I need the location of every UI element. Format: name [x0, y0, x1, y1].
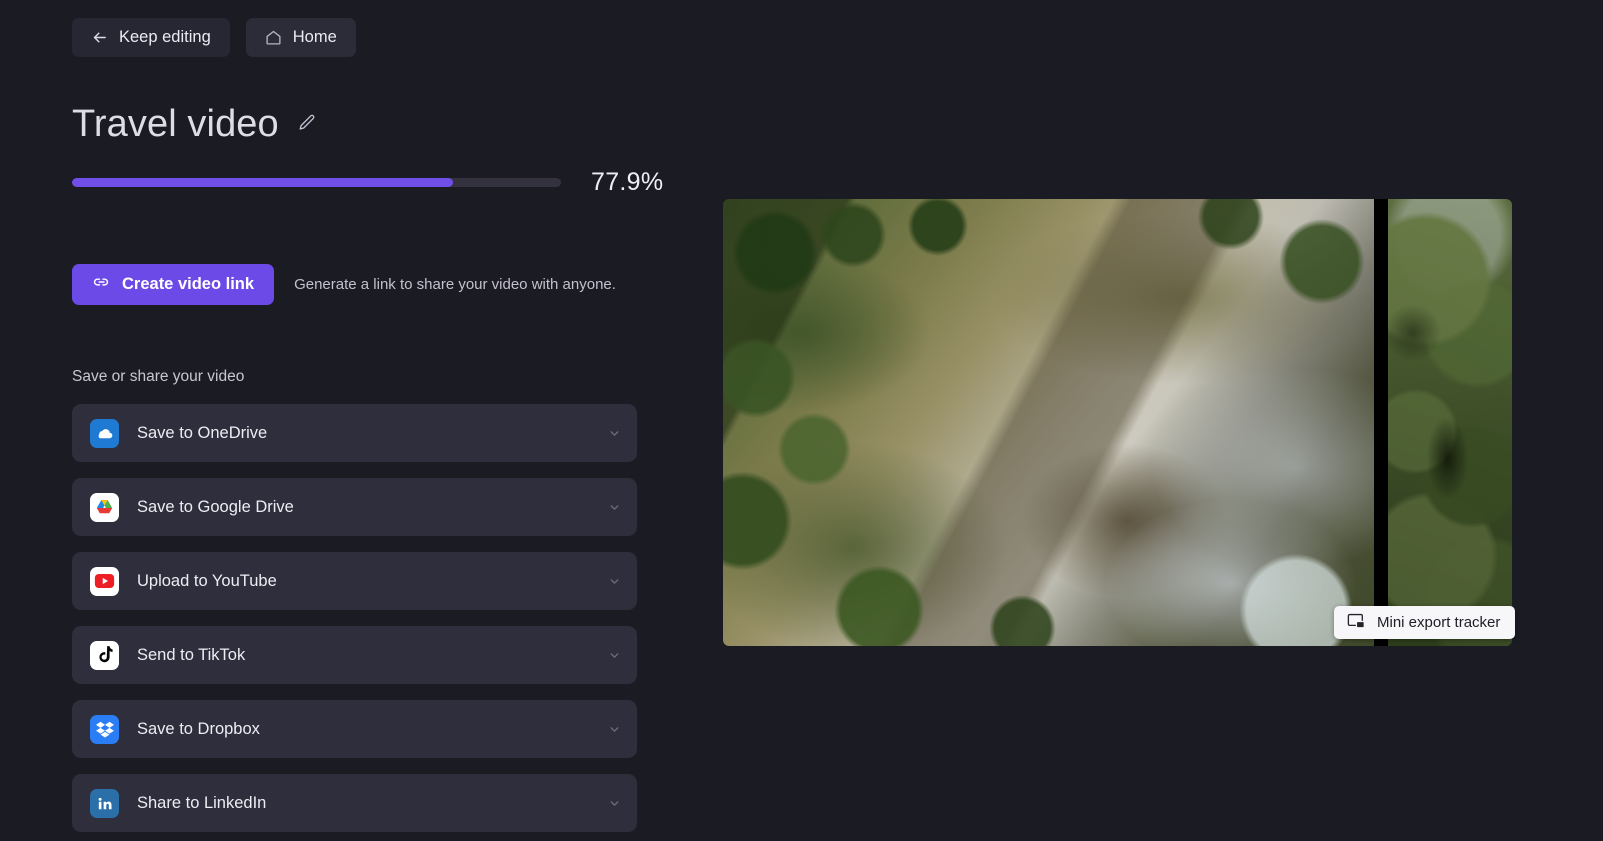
video-clip-secondary [1388, 199, 1512, 646]
video-split-divider [1374, 199, 1388, 646]
share-option-label: Save to Google Drive [137, 497, 294, 516]
share-option-row[interactable]: Save to Google Drive [72, 478, 637, 536]
export-progress-fill [72, 178, 453, 187]
onedrive-icon [90, 418, 119, 448]
youtube-icon [90, 566, 119, 596]
share-option-label: Share to LinkedIn [137, 793, 267, 812]
page-title: Travel video [72, 103, 279, 145]
keep-editing-label: Keep editing [119, 28, 211, 46]
link-icon [92, 273, 110, 296]
share-section-label: Save or share your video [72, 368, 245, 385]
share-option-label: Upload to YouTube [137, 571, 277, 590]
create-video-link-label: Create video link [122, 275, 255, 293]
page-title-row: Travel video [72, 103, 321, 146]
share-option-label: Save to Dropbox [137, 719, 260, 738]
pencil-icon [297, 113, 317, 136]
export-progress-bar [72, 178, 561, 187]
keep-editing-button[interactable]: Keep editing [72, 18, 230, 57]
share-option-row[interactable]: Save to Dropbox [72, 700, 637, 758]
share-option-row[interactable]: Share to LinkedIn [72, 774, 637, 832]
google-drive-icon [90, 492, 119, 522]
create-video-link-hint: Generate a link to share your video with… [294, 276, 616, 293]
export-progress-row: 77.9% [72, 168, 663, 197]
chevron-down-icon[interactable] [608, 723, 621, 736]
mini-export-tracker-button[interactable]: Mini export tracker [1334, 606, 1516, 639]
linkedin-icon [90, 788, 119, 818]
share-option-row[interactable]: Save to OneDrive [72, 404, 637, 462]
export-share-screen: Keep editing Home Travel video 77.9% Cre… [0, 0, 1603, 841]
create-video-link-row: Create video link Generate a link to sha… [72, 264, 616, 305]
chevron-down-icon[interactable] [608, 427, 621, 440]
top-navigation-bar: Keep editing Home [72, 18, 356, 57]
home-icon [265, 29, 282, 46]
home-button[interactable]: Home [245, 18, 356, 57]
arrow-left-icon [91, 29, 108, 46]
tiktok-icon [90, 640, 119, 670]
share-option-label: Send to TikTok [137, 645, 246, 664]
home-label: Home [292, 28, 337, 46]
video-preview[interactable] [723, 199, 1512, 646]
share-options-list: Save to OneDrive Save to Google Drive Uplo… [72, 404, 637, 832]
rename-title-button[interactable] [293, 109, 321, 140]
chevron-down-icon[interactable] [608, 797, 621, 810]
share-option-label: Save to OneDrive [137, 423, 268, 442]
create-video-link-button[interactable]: Create video link [72, 264, 275, 305]
picture-in-picture-icon [1347, 613, 1366, 633]
mini-export-tracker-label: Mini export tracker [1377, 614, 1501, 631]
dropbox-icon [90, 714, 119, 744]
chevron-down-icon[interactable] [608, 575, 621, 588]
chevron-down-icon[interactable] [608, 501, 621, 514]
share-option-row[interactable]: Upload to YouTube [72, 552, 637, 610]
chevron-down-icon[interactable] [608, 649, 621, 662]
video-clip-main [723, 199, 1374, 646]
export-progress-percent: 77.9% [591, 168, 664, 196]
share-option-row[interactable]: Send to TikTok [72, 626, 637, 684]
